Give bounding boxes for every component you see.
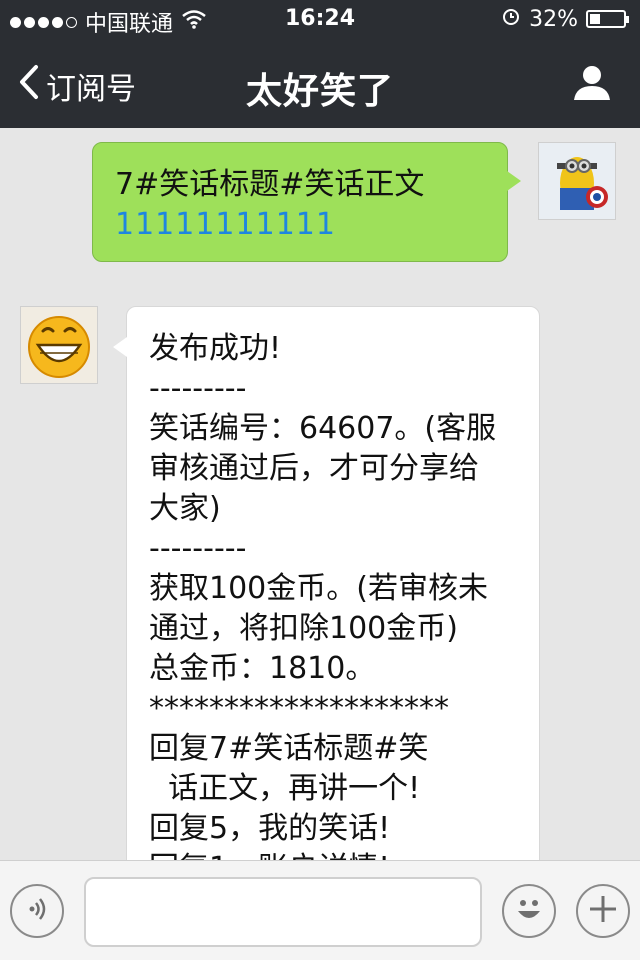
message-line: 总金币：1810。 xyxy=(149,651,376,686)
more-button[interactable] xyxy=(576,884,630,938)
nav-bar: 订阅号 太好笑了 xyxy=(0,40,640,128)
status-right: 32% xyxy=(501,6,629,32)
message-line: --------- xyxy=(149,531,247,566)
message-line: 笑话编号：64607。(客服 xyxy=(149,411,497,446)
voice-icon xyxy=(22,894,52,928)
battery-icon xyxy=(586,10,629,28)
emoji-button[interactable] xyxy=(502,884,556,938)
message-input[interactable] xyxy=(84,877,482,947)
user-icon xyxy=(572,66,612,106)
outgoing-message-bubble[interactable]: 7#笑话标题#笑话正文 11111111111 xyxy=(92,142,521,262)
official-account-avatar[interactable] xyxy=(20,306,98,384)
message-line: 审核通过后，才可分享给 xyxy=(149,451,479,486)
battery-level xyxy=(590,14,600,24)
message-line: 回复5，我的笑话! xyxy=(149,811,391,846)
emoji-icon xyxy=(509,889,549,933)
chat-area[interactable]: 7#笑话标题#笑话正文 11111111111 发布成功! --------- … xyxy=(0,128,640,860)
message-line: ******************** xyxy=(149,691,449,726)
message-line: 发布成功! xyxy=(149,331,282,366)
message-line: 大家) xyxy=(149,491,221,526)
profile-button[interactable] xyxy=(572,62,612,106)
incoming-message-bubble[interactable]: 发布成功! --------- 笑话编号：64607。(客服 审核通过后，才可分… xyxy=(113,306,540,860)
battery-percent: 32% xyxy=(529,6,578,32)
message-line: 回复7#笑话标题#笑 xyxy=(149,731,429,766)
input-bar xyxy=(0,860,640,960)
plus-icon xyxy=(586,892,620,930)
message-line: 通过，将扣除100金币) xyxy=(149,611,458,646)
page-title: 太好笑了 xyxy=(245,71,394,112)
status-bar: 中国联通 16:24 32% xyxy=(0,0,640,40)
alarm-clock-icon xyxy=(501,6,521,32)
message-line: 话正文，再讲一个! xyxy=(149,771,421,806)
message-line: 获取100金币。(若审核未 xyxy=(149,571,488,606)
outgoing-message-link[interactable]: 11111111111 xyxy=(115,205,485,245)
message-line: 回复1，账户详情! xyxy=(149,849,517,860)
message-line: --------- xyxy=(149,371,247,406)
voice-button[interactable] xyxy=(10,884,64,938)
outgoing-message-text: 7#笑话标题#笑话正文 xyxy=(115,167,425,202)
my-avatar[interactable] xyxy=(538,142,616,220)
